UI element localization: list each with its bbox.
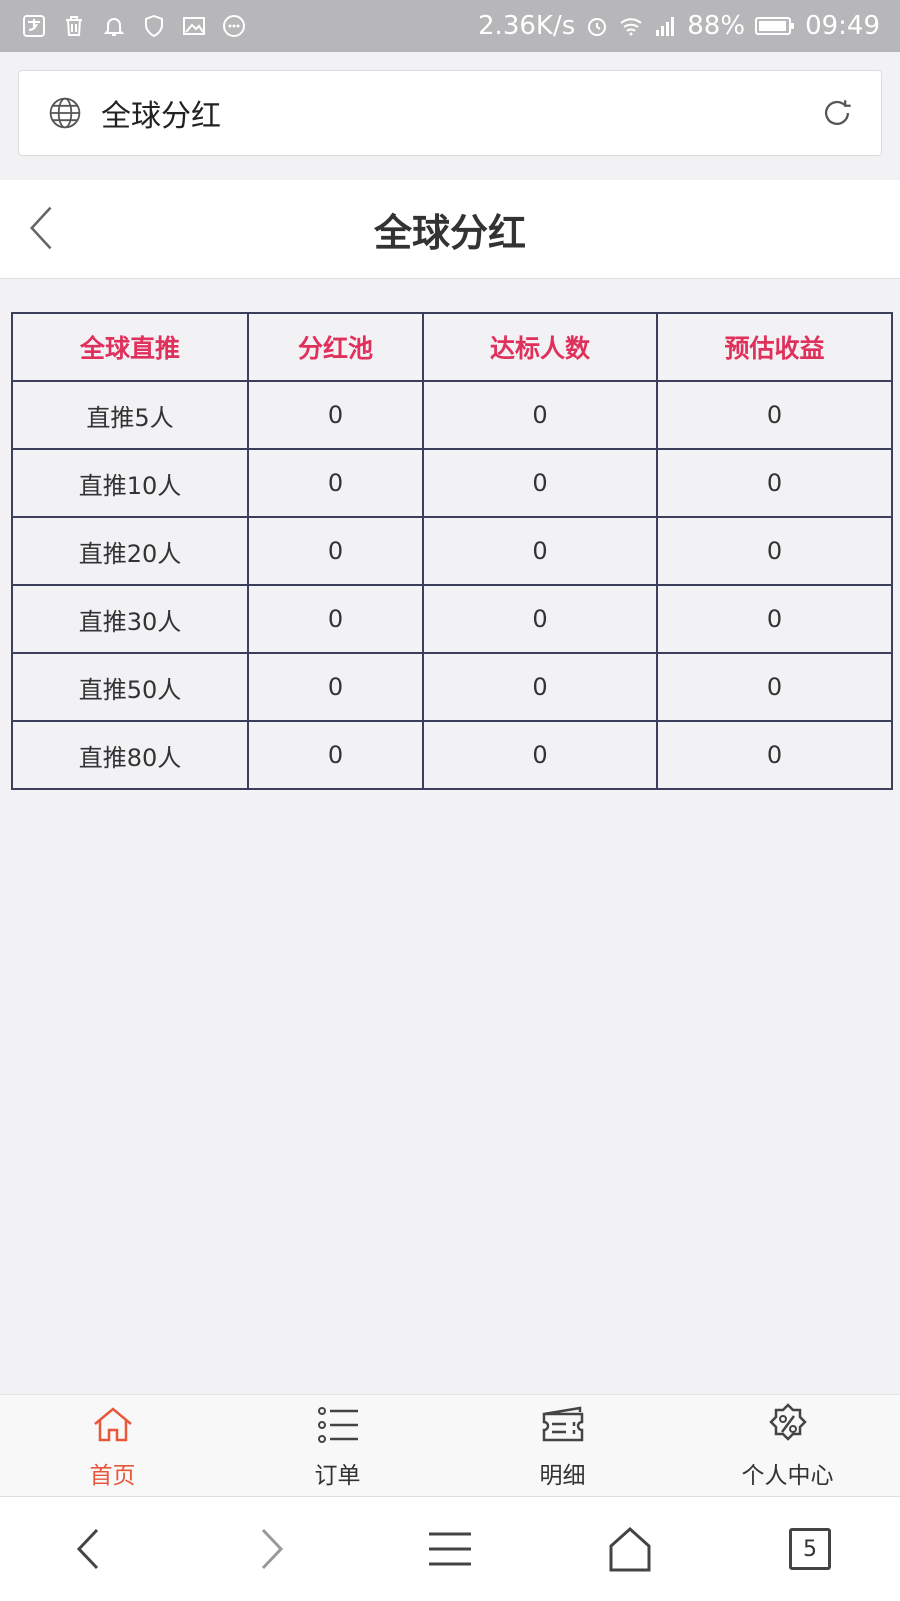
alarm-clock-icon: [585, 14, 609, 38]
image-icon: [182, 14, 206, 38]
table-cell: 0: [422, 448, 658, 518]
table-cell: 直推30人: [11, 584, 249, 654]
table-cell: 0: [656, 720, 893, 790]
signal-icon: [653, 14, 677, 38]
browser-nav-bar: 5: [0, 1496, 900, 1601]
table-header-row: 全球直推 分红池 达标人数 预估收益: [11, 312, 893, 382]
tab-count: 5: [789, 1528, 831, 1570]
page-header: 全球分红: [0, 180, 900, 279]
table-row: 直推10人 0 0 0: [11, 448, 893, 518]
table-cell: 0: [656, 516, 893, 586]
battery-percent: 88%: [687, 11, 746, 41]
table-cell: 直推50人: [11, 652, 249, 722]
table-cell: 0: [422, 720, 658, 790]
table-cell: 0: [656, 584, 893, 654]
table-cell: 0: [247, 380, 424, 450]
tab-orders-label: 订单: [314, 1463, 361, 1489]
ticket-icon: [540, 1402, 586, 1452]
header-global-direct: 全球直推: [11, 312, 249, 382]
alipay-icon: [22, 14, 46, 38]
table-row: 直推50人 0 0 0: [11, 652, 893, 722]
header-dividend-pool: 分红池: [247, 312, 424, 382]
table-cell: 0: [656, 380, 893, 450]
dividend-table: 全球直推 分红池 达标人数 预估收益 直推5人 0 0 0 直推10人 0 0 …: [11, 312, 893, 790]
header-estimated-earnings: 预估收益: [656, 312, 893, 382]
address-bar-area: 全球分红: [0, 52, 900, 172]
table-cell: 直推80人: [11, 720, 249, 790]
clock: 09:49: [805, 11, 880, 41]
tab-details[interactable]: 明细: [450, 1395, 675, 1497]
more-dots-icon: [222, 14, 246, 38]
table-cell: 0: [656, 652, 893, 722]
network-speed: 2.36K/s: [478, 11, 576, 41]
table-cell: 0: [247, 584, 424, 654]
home-nav-icon[interactable]: [595, 1514, 665, 1584]
table-cell: 0: [247, 720, 424, 790]
globe-icon: [45, 93, 85, 133]
table-cell: 0: [247, 516, 424, 586]
back-chevron-icon[interactable]: [12, 198, 72, 258]
page-title: 全球分红: [373, 210, 526, 255]
percent-badge-icon: [765, 1402, 811, 1452]
tab-orders[interactable]: 订单: [225, 1395, 450, 1497]
tab-home-label: 首页: [89, 1463, 136, 1489]
table-cell: 0: [422, 380, 658, 450]
address-title: 全球分红: [101, 99, 221, 134]
table-cell: 0: [422, 652, 658, 722]
back-arrow-icon[interactable]: [55, 1514, 125, 1584]
tabs-button[interactable]: 5: [775, 1514, 845, 1584]
table-row: 直推30人 0 0 0: [11, 584, 893, 654]
bottom-tab-bar: 首页 订单 明细 个人中心: [0, 1394, 900, 1497]
shield-icon: [142, 14, 166, 38]
table-cell: 0: [247, 448, 424, 518]
tab-home[interactable]: 首页: [0, 1395, 225, 1497]
table-row: 直推80人 0 0 0: [11, 720, 893, 790]
refresh-icon[interactable]: [815, 91, 859, 135]
table-row: 直推20人 0 0 0: [11, 516, 893, 586]
battery-icon: [755, 14, 795, 38]
trash-icon: [62, 14, 86, 38]
address-bar[interactable]: 全球分红: [18, 70, 882, 156]
tab-details-label: 明细: [539, 1463, 586, 1489]
table-cell: 0: [422, 584, 658, 654]
tab-profile-label: 个人中心: [741, 1463, 834, 1489]
table-cell: 直推10人: [11, 448, 249, 518]
tab-profile[interactable]: 个人中心: [675, 1395, 900, 1497]
forward-arrow-icon[interactable]: [235, 1514, 305, 1584]
header-qualified-count: 达标人数: [422, 312, 658, 382]
table-row: 直推5人 0 0 0: [11, 380, 893, 450]
wifi-icon: [619, 14, 643, 38]
list-icon: [315, 1402, 361, 1452]
status-bar: 2.36K/s 88% 09:49: [0, 0, 900, 52]
table-cell: 直推20人: [11, 516, 249, 586]
notification-icons: [22, 14, 246, 38]
menu-icon[interactable]: [415, 1514, 485, 1584]
table-cell: 0: [656, 448, 893, 518]
table-cell: 0: [422, 516, 658, 586]
table-cell: 直推5人: [11, 380, 249, 450]
alarm-bell-icon: [102, 14, 126, 38]
table-cell: 0: [247, 652, 424, 722]
home-icon: [90, 1402, 136, 1452]
